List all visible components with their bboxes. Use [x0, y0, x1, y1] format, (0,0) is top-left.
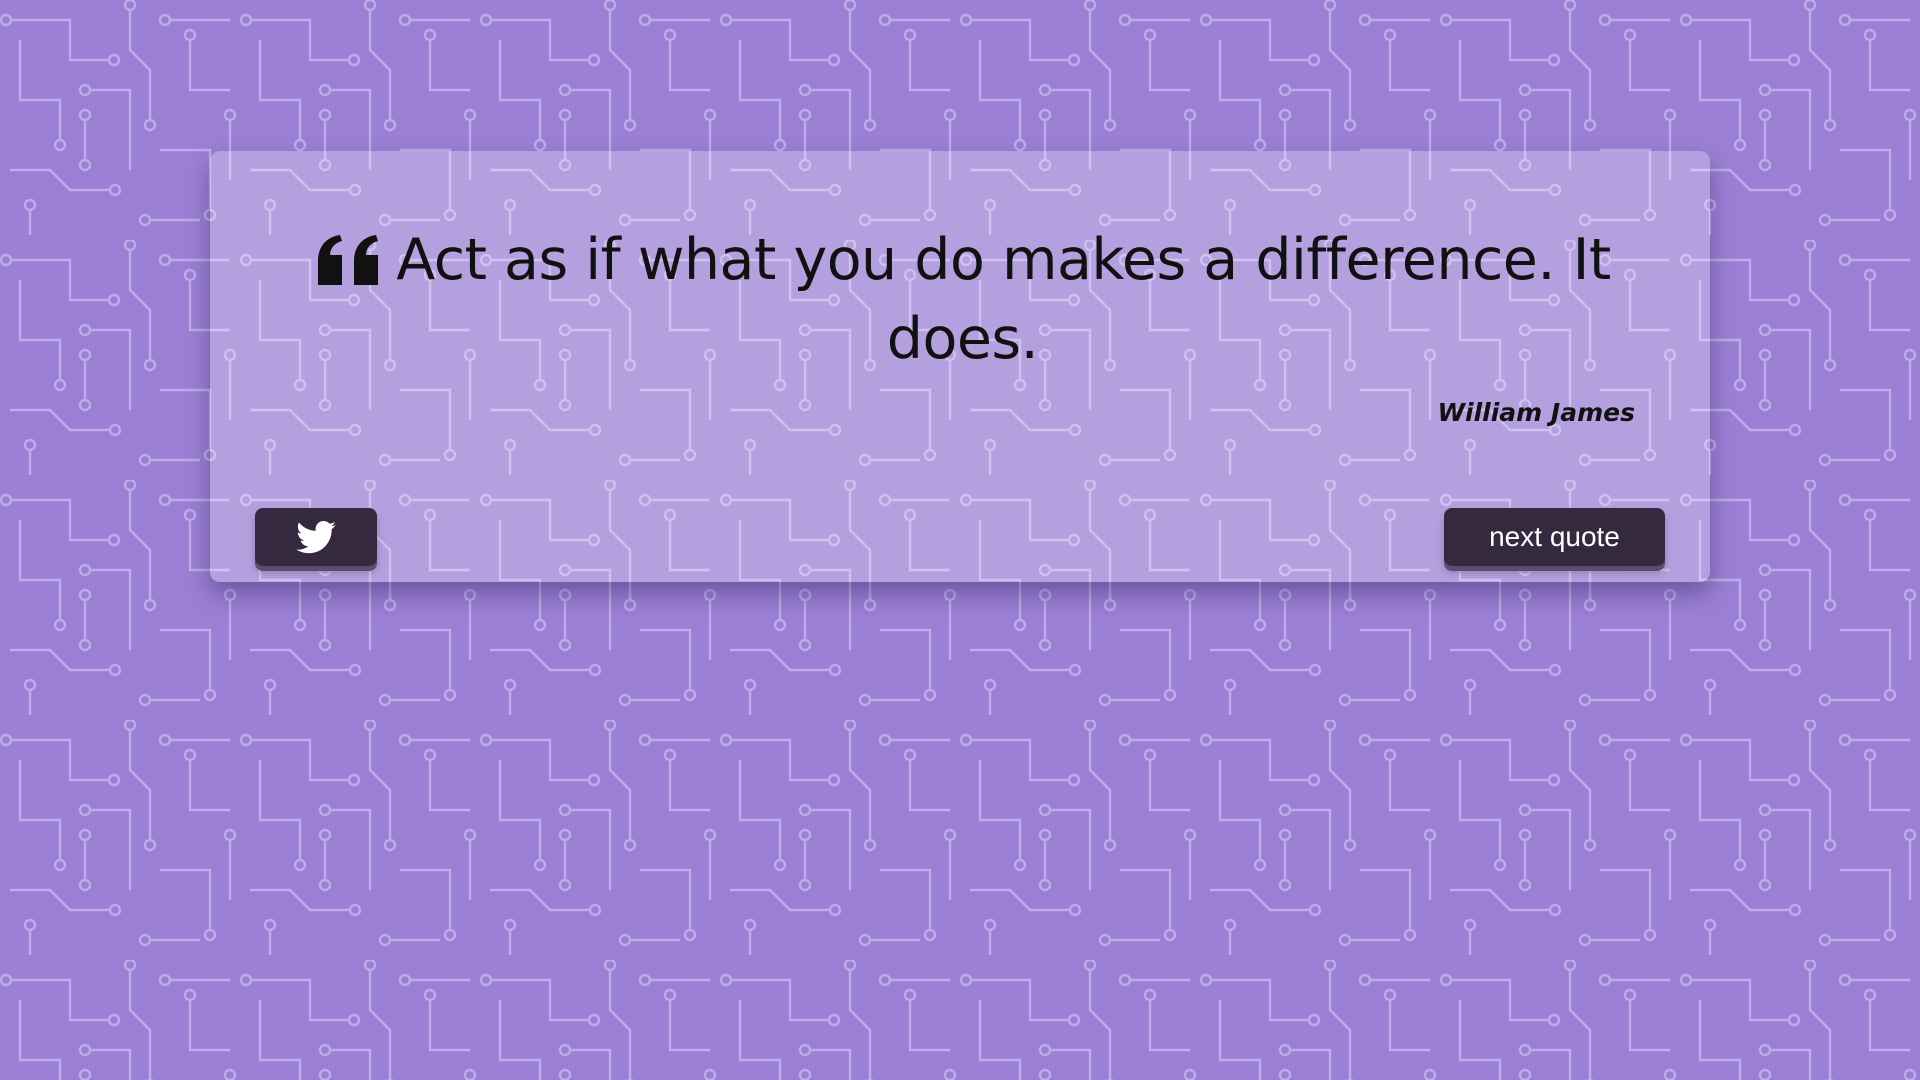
quote-body: Act as if what you do makes a difference… [285, 221, 1640, 379]
quote-card: Act as if what you do makes a difference… [210, 151, 1710, 582]
tweet-button[interactable] [255, 508, 377, 566]
next-quote-button[interactable]: next quote [1444, 508, 1665, 566]
quote-left-icon [318, 235, 379, 285]
quote-text: Act as if what you do makes a difference… [396, 227, 1611, 372]
twitter-icon [296, 520, 336, 553]
quote-author: William James [1437, 398, 1635, 427]
